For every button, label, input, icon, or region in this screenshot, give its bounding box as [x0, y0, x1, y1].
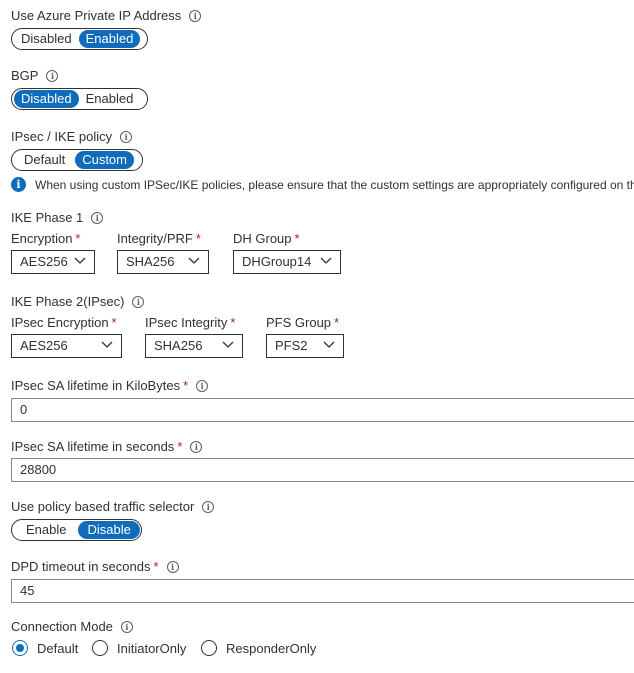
dpd-timeout-input[interactable]: 45	[11, 579, 634, 603]
required-marker: *	[177, 439, 183, 454]
info-icon[interactable]: i	[132, 296, 145, 308]
info-icon[interactable]: i	[120, 131, 133, 143]
private-ip-enabled-option[interactable]: Enabled	[78, 30, 141, 48]
chevron-down-icon	[101, 341, 113, 348]
info-icon[interactable]: i	[46, 70, 59, 82]
connection-mode-initiator-label[interactable]: InitiatorOnly	[117, 641, 186, 656]
private-ip-toggle[interactable]: Disabled Enabled	[11, 28, 148, 50]
sa-kilobytes-input[interactable]: 0	[11, 398, 634, 422]
bgp-toggle[interactable]: Disabled Enabled	[11, 88, 148, 110]
ike-phase2-title: IKE Phase 2(IPsec) i	[11, 294, 145, 309]
chevron-down-icon	[320, 257, 332, 264]
traffic-selector-label: Use policy based traffic selector i	[11, 499, 215, 514]
connection-mode-initiator-radio[interactable]	[92, 640, 108, 656]
dh-group-label: DH Group *	[233, 231, 300, 246]
connection-mode-responder-label[interactable]: ResponderOnly	[226, 641, 316, 656]
info-icon[interactable]: i	[120, 621, 133, 633]
required-marker: *	[294, 231, 300, 246]
connection-mode-default-radio[interactable]	[12, 640, 28, 656]
ike-phase1-title: IKE Phase 1i	[11, 210, 104, 225]
info-icon[interactable]: i	[190, 441, 203, 453]
connection-mode-label: Connection Mode i	[11, 619, 133, 634]
encryption-label: Encryption *	[11, 231, 81, 246]
integrity-label: Integrity/PRF *	[117, 231, 201, 246]
dpd-timeout-label: DPD timeout in seconds * i	[11, 559, 179, 574]
ipsec-policy-custom-option[interactable]: Custom	[75, 151, 134, 169]
sa-kilobytes-label: IPsec SA lifetime in KiloBytes * i	[11, 378, 209, 393]
info-icon[interactable]: i	[166, 561, 179, 573]
required-marker: *	[75, 231, 81, 246]
dh-group-dropdown[interactable]: DHGroup14	[233, 250, 341, 274]
traffic-selector-enable-option[interactable]: Enable	[14, 521, 78, 539]
connection-mode-default-label[interactable]: Default	[37, 641, 78, 656]
ipsec-encryption-dropdown[interactable]: AES256	[11, 334, 122, 358]
pfs-group-label: PFS Group *	[266, 315, 340, 330]
info-icon[interactable]: i	[196, 380, 209, 392]
required-marker: *	[334, 315, 340, 330]
chevron-down-icon	[323, 341, 335, 348]
connection-mode-responder-radio[interactable]	[201, 640, 217, 656]
integrity-dropdown[interactable]: SHA256	[117, 250, 209, 274]
traffic-selector-disable-option[interactable]: Disable	[78, 521, 140, 539]
sa-seconds-label: IPsec SA lifetime in seconds * i	[11, 439, 203, 454]
sa-seconds-input[interactable]: 28800	[11, 458, 634, 482]
info-icon[interactable]: i	[189, 10, 202, 22]
private-ip-label: Use Azure Private IP Address i	[11, 8, 202, 23]
bgp-label: BGP i	[11, 68, 59, 83]
chevron-down-icon	[74, 257, 86, 264]
chevron-down-icon	[222, 341, 234, 348]
ipsec-integrity-dropdown[interactable]: SHA256	[145, 334, 243, 358]
chevron-down-icon	[188, 257, 200, 264]
required-marker: *	[111, 315, 117, 330]
traffic-selector-toggle[interactable]: Enable Disable	[11, 519, 142, 541]
ipsec-policy-toggle[interactable]: Default Custom	[11, 149, 143, 171]
required-marker: *	[230, 315, 236, 330]
required-marker: *	[183, 378, 189, 393]
ipsec-policy-label: IPsec / IKE policy i	[11, 129, 133, 144]
info-icon[interactable]: i	[202, 501, 215, 513]
info-icon[interactable]: i	[91, 212, 104, 224]
private-ip-disabled-option[interactable]: Disabled	[14, 30, 79, 48]
bgp-disabled-option[interactable]: Disabled	[14, 90, 79, 108]
required-marker: *	[153, 559, 159, 574]
required-marker: *	[195, 231, 201, 246]
encryption-dropdown[interactable]: AES256	[11, 250, 95, 274]
ipsec-integrity-label: IPsec Integrity *	[145, 315, 236, 330]
custom-policy-notice: When using custom IPSec/IKE policies, pl…	[35, 178, 634, 192]
info-filled-icon: i	[11, 177, 26, 192]
ipsec-encryption-label: IPsec Encryption *	[11, 315, 117, 330]
pfs-group-dropdown[interactable]: PFS2	[266, 334, 344, 358]
bgp-enabled-option[interactable]: Enabled	[79, 90, 141, 108]
ipsec-policy-default-option[interactable]: Default	[14, 151, 75, 169]
